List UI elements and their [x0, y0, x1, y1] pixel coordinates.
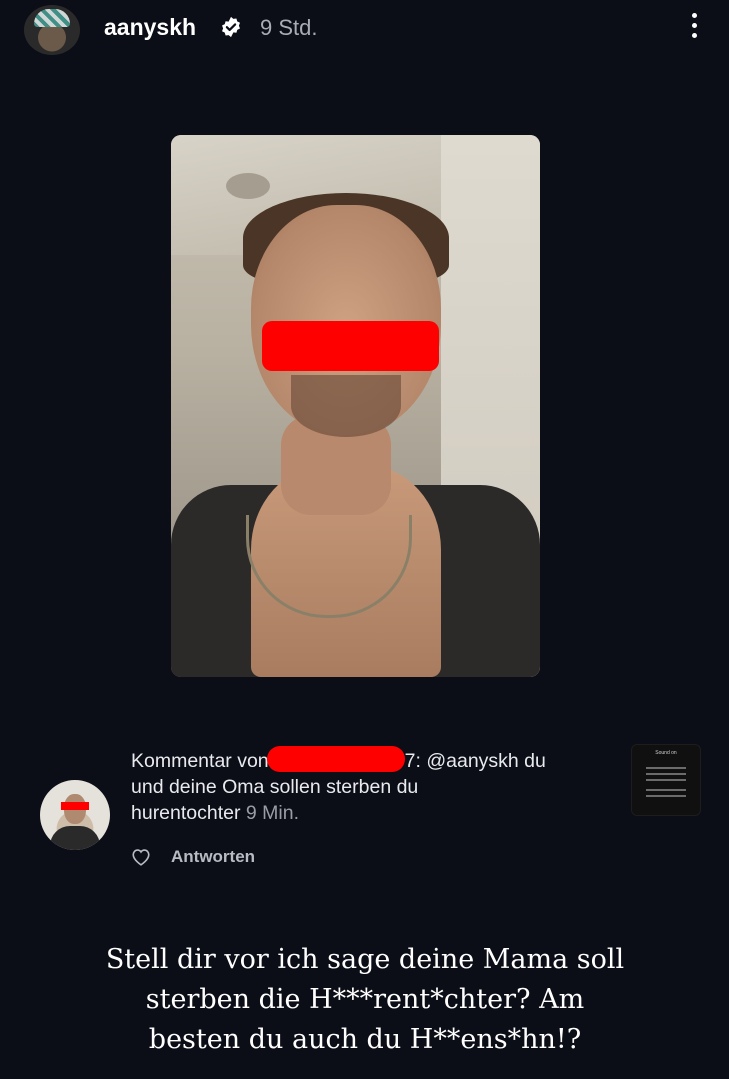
username[interactable]: aanyskh — [104, 14, 196, 41]
verified-badge-icon — [222, 16, 240, 38]
censor-bar-avatar — [61, 802, 89, 810]
profile-avatar[interactable] — [24, 5, 80, 55]
comment-card: Kommentar von 7: @aanyskh du und deine Om… — [0, 740, 729, 880]
post-header: aanyskh 9 Std. — [0, 0, 729, 60]
thumbnail-label: Sound on — [655, 750, 677, 756]
comment-actions: Antworten — [131, 846, 255, 868]
caption-line-3: besten du auch du H**ens*hn!? — [148, 1024, 582, 1055]
comment-time: 9 Min. — [245, 802, 300, 824]
censor-bar-eyes — [262, 321, 439, 371]
censor-bar-username — [266, 746, 405, 772]
story-caption: Stell dir vor ich sage deine Mama soll s… — [60, 940, 670, 1060]
caption-line-2: sterben die H***rent*chter? Am — [145, 984, 585, 1015]
comment-text: Kommentar von 7: @aanyskh du und deine Om… — [131, 746, 601, 826]
story-thumbnail[interactable]: Sound on — [631, 744, 701, 816]
avatar-cap-image — [34, 9, 70, 27]
heart-icon[interactable] — [131, 848, 151, 866]
story-photo — [171, 135, 540, 677]
post-time: 9 Std. — [260, 15, 318, 40]
comment-line-2: und deine Oma sollen sterben du — [131, 776, 419, 798]
reply-button[interactable]: Antworten — [171, 847, 255, 867]
comment-prefix: Kommentar von — [131, 750, 269, 772]
more-vertical-icon[interactable] — [680, 8, 708, 48]
comment-line-3: hurentochter — [131, 802, 241, 824]
caption-line-1: Stell dir vor ich sage deine Mama soll — [105, 944, 625, 975]
commenter-avatar[interactable] — [40, 780, 110, 850]
comment-mention: 7: @aanyskh du — [404, 750, 546, 772]
